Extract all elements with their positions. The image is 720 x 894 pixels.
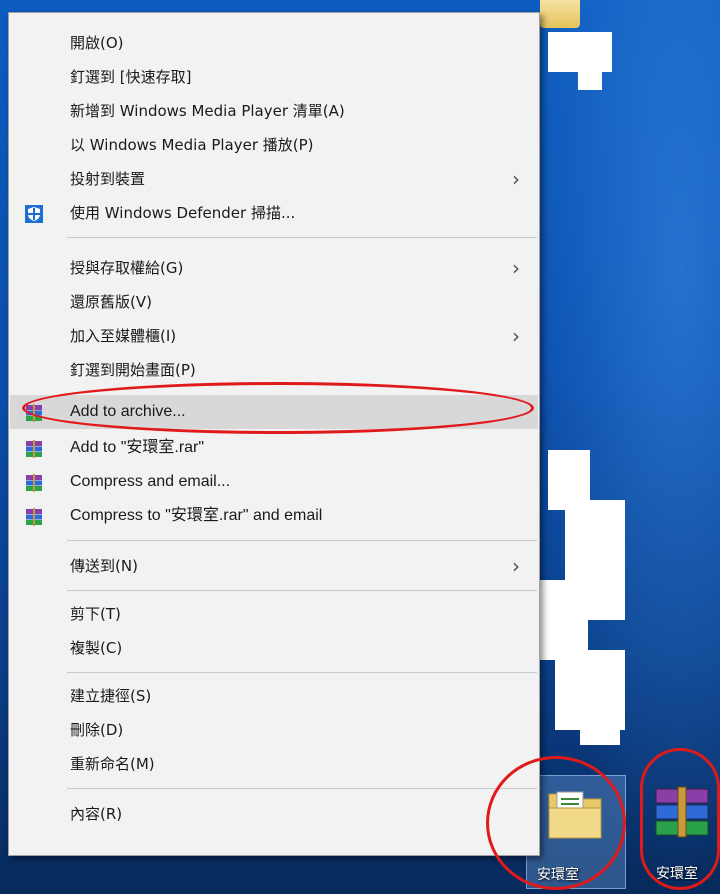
menu-item-label: 開啟(O) [70,34,124,52]
menu-item-label: 剪下(T) [70,605,121,623]
menu-item-label: 傳送到(N) [70,557,138,575]
menu-item-compress-to-rar-email[interactable]: Compress to "安環室.rar" and email [10,499,538,533]
menu-item-add-to-rar[interactable]: Add to "安環室.rar" [10,431,538,465]
menu-item-label: 複製(C) [70,639,123,657]
menu-item-play-wmp[interactable]: 以 Windows Media Player 播放(P) [10,128,538,162]
menu-item-compress-email[interactable]: Compress and email... [10,465,538,499]
redaction-block [540,580,588,660]
windows-defender-icon [24,204,44,224]
menu-item-label: 授與存取權給(G) [70,259,184,277]
chevron-right-icon: › [512,167,520,191]
menu-item-label: Add to "安環室.rar" [70,439,205,456]
chevron-right-icon: › [512,554,520,578]
menu-item-cut[interactable]: 剪下(T) [10,597,538,631]
menu-item-cast-to-device[interactable]: 投射到裝置 › [10,162,538,196]
menu-item-open[interactable]: 開啟(O) [10,26,538,60]
menu-item-label: 新增到 Windows Media Player 清單(A) [70,102,345,120]
annotation-ellipse-folder [486,756,626,890]
menu-item-label: Compress to "安環室.rar" and email [70,507,323,524]
menu-item-label: 還原舊版(V) [70,293,152,311]
menu-item-delete[interactable]: 刪除(D) [10,713,538,747]
winrar-icon [24,473,44,493]
menu-item-rename[interactable]: 重新命名(M) [10,747,538,781]
redaction-block [580,700,620,745]
desktop-file-icon[interactable] [540,0,580,28]
menu-item-copy[interactable]: 複製(C) [10,631,538,665]
menu-item-label: 投射到裝置 [70,170,146,188]
menu-item-label: 刪除(D) [70,721,124,739]
menu-item-add-to-library[interactable]: 加入至媒體櫃(I) › [10,319,538,353]
menu-item-defender-scan[interactable]: 使用 Windows Defender 掃描... [10,196,538,230]
redaction-block [578,60,602,90]
menu-separator [67,237,537,238]
chevron-right-icon: › [512,324,520,348]
menu-item-label: 以 Windows Media Player 播放(P) [70,136,314,154]
menu-item-label: 內容(R) [70,805,123,823]
menu-separator [67,788,537,789]
menu-item-pin-quick-access[interactable]: 釘選到 [快速存取] [10,60,538,94]
menu-item-label: Compress and email... [70,473,231,490]
menu-item-label: 加入至媒體櫃(I) [70,327,177,345]
menu-separator [67,540,537,541]
context-menu: 開啟(O) 釘選到 [快速存取] 新增到 Windows Media Playe… [8,12,540,856]
menu-item-label: 建立捷徑(S) [70,687,152,705]
menu-item-label: 重新命名(M) [70,755,155,773]
menu-item-restore-previous[interactable]: 還原舊版(V) [10,285,538,319]
menu-item-send-to[interactable]: 傳送到(N) › [10,549,538,583]
menu-item-add-wmp-list[interactable]: 新增到 Windows Media Player 清單(A) [10,94,538,128]
menu-item-grant-access[interactable]: 授與存取權給(G) › [10,251,538,285]
menu-item-label: 釘選到開始畫面(P) [70,361,196,379]
menu-separator [67,590,537,591]
winrar-icon [24,507,44,527]
annotation-ellipse-add-to-archive [22,382,534,434]
menu-item-label: 使用 Windows Defender 掃描... [70,204,296,222]
menu-item-label: 釘選到 [快速存取] [70,68,192,86]
winrar-icon [24,439,44,459]
annotation-ellipse-archive [640,748,720,890]
menu-item-properties[interactable]: 內容(R) [10,797,538,831]
menu-separator [67,672,537,673]
menu-item-create-shortcut[interactable]: 建立捷徑(S) [10,679,538,713]
chevron-right-icon: › [512,256,520,280]
